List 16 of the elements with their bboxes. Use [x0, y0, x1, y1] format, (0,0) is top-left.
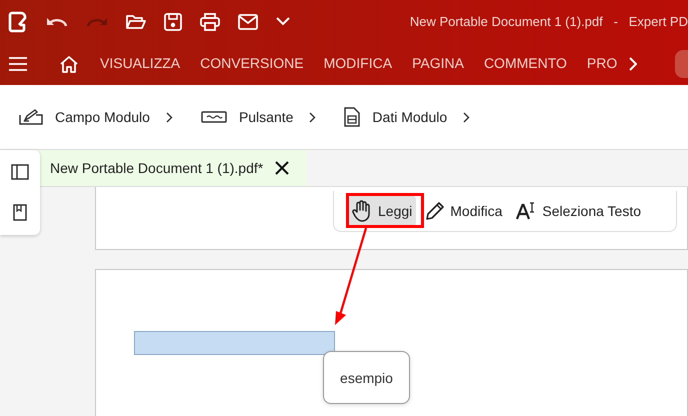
- menu-tab[interactable]: CONVERSIONE: [200, 53, 304, 75]
- menu-tab[interactable]: VISUALIZZA: [100, 53, 180, 75]
- menu-tab[interactable]: PRO: [586, 53, 618, 75]
- document-tab[interactable]: New Portable Document 1 (1).pdf*: [40, 150, 308, 186]
- tooltip: esempio: [323, 351, 410, 404]
- tool-button[interactable]: Seleziona Testo: [512, 196, 645, 226]
- window-title: New Portable Document 1 (1).pdf - Expert PD: [410, 14, 688, 29]
- tool-button[interactable]: Leggi: [348, 196, 416, 226]
- tab-label: New Portable Document 1 (1).pdf*: [50, 160, 264, 176]
- tool-button[interactable]: Modifica: [422, 196, 506, 226]
- ribbon-button[interactable]: Dati Modulo: [372, 109, 448, 125]
- menu-tab[interactable]: MODIFICA: [324, 53, 392, 75]
- ribbon-button[interactable]: Campo Modulo: [55, 109, 150, 125]
- menu-tab[interactable]: PAGINA: [412, 53, 464, 75]
- ribbon-button[interactable]: Pulsante: [238, 109, 294, 125]
- menu-tab[interactable]: COMMENTO: [484, 53, 567, 75]
